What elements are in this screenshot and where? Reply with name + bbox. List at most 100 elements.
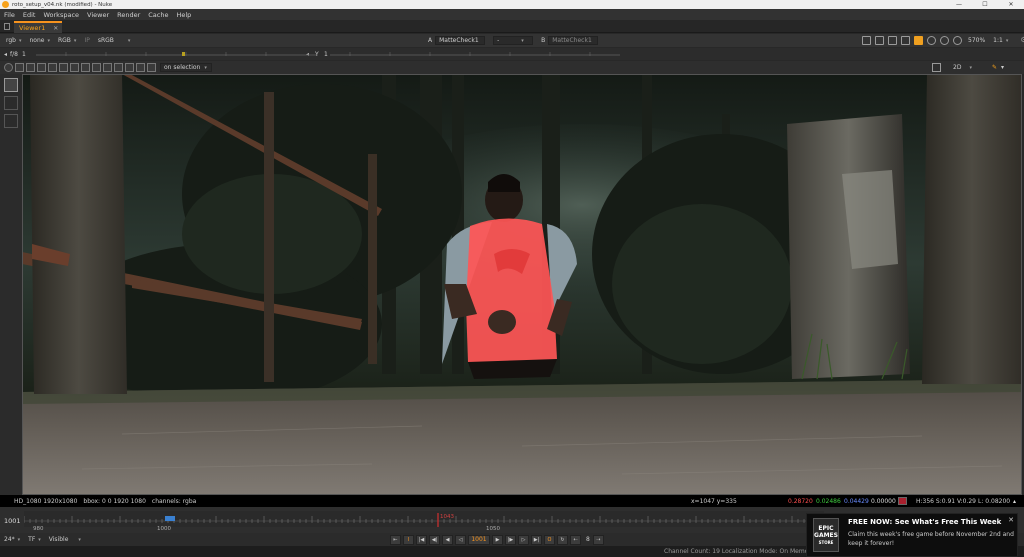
pixel-green: 0.02486 (816, 497, 841, 505)
gain-value[interactable]: 1 (22, 51, 26, 58)
menu-viewer[interactable]: Viewer (87, 11, 109, 19)
frame-input[interactable]: 1001 (468, 534, 490, 545)
brush-icon[interactable]: ✎ (992, 64, 997, 71)
autokey-icon[interactable] (15, 63, 24, 72)
lock-icon[interactable] (953, 36, 962, 45)
tab-close-icon[interactable]: ✕ (53, 25, 58, 32)
colorspace-dropdown[interactable]: sRGB ▾ (98, 37, 131, 44)
bezier-tool-icon[interactable] (4, 96, 18, 110)
hide-ui-icon[interactable] (125, 63, 134, 72)
pen-tool-icon[interactable] (4, 114, 18, 128)
nuke-app-icon (2, 1, 9, 8)
clipping-warning-icon[interactable] (875, 36, 884, 45)
timeline-ruler[interactable]: 980 1000 1043 1050 (24, 507, 824, 533)
fstop-value[interactable]: f/8 (10, 51, 18, 58)
prev-frame-icon[interactable]: ◀| (429, 534, 440, 545)
settings-gear-icon[interactable] (4, 63, 13, 72)
menu-render[interactable]: Render (117, 11, 140, 19)
roi-icon[interactable] (862, 36, 871, 45)
increment-field[interactable]: 8 (586, 536, 590, 543)
input-b-dropdown[interactable]: MatteCheck1 (548, 36, 599, 45)
menu-help[interactable]: Help (176, 11, 191, 19)
in-point-icon[interactable]: I (403, 534, 414, 545)
gamma-slider[interactable] (330, 52, 620, 56)
bbox-info: bbox: 0 0 1920 1080 (83, 497, 146, 505)
show-box-icon[interactable] (81, 63, 90, 72)
brush-options-icon[interactable]: ▾ (1001, 64, 1004, 71)
in-point-marker[interactable] (165, 516, 175, 521)
tick-label: 980 (33, 526, 44, 532)
play-backward-icon[interactable]: ◀ (442, 534, 453, 545)
skip-back-icon[interactable]: ⇠ (570, 534, 581, 545)
menu-edit[interactable]: Edit (23, 11, 36, 19)
pause-icon[interactable] (940, 36, 949, 45)
gain-slider[interactable] (36, 52, 316, 56)
visible-dropdown[interactable]: Visible ▾ (49, 536, 81, 543)
out-point-icon[interactable]: O (544, 534, 555, 545)
previous-keyframe-icon[interactable]: ⇤ (390, 534, 401, 545)
display-channels-dropdown[interactable]: RGB ▾ (58, 37, 76, 44)
input-a-label: A (428, 37, 433, 44)
roto-toolbar: on selection ▾ 2D ▾ ✎ ▾ (0, 61, 1024, 74)
viewer-options-icons: 570% 1:1 ▾ ⚙ (858, 34, 1024, 47)
feather-link-icon[interactable] (26, 63, 35, 72)
play-forward-icon[interactable]: ▶ (492, 534, 503, 545)
show-points-icon[interactable] (59, 63, 68, 72)
zoom-dropdown[interactable]: 570% (968, 37, 985, 44)
refresh-icon[interactable] (927, 36, 936, 45)
select-tool-icon[interactable] (4, 78, 18, 92)
show-feather-icon[interactable] (103, 63, 112, 72)
minimize-button[interactable]: — (946, 0, 972, 9)
fstop-toggle-icon[interactable]: ◂ (4, 51, 7, 58)
next-frame-icon[interactable]: |▶ (505, 534, 516, 545)
tf-dropdown[interactable]: TF ▾ (28, 536, 41, 543)
notification-close-icon[interactable]: ✕ (1008, 516, 1014, 524)
downres-icon[interactable] (901, 36, 910, 45)
tick-label: 1043 (440, 514, 454, 520)
color-swatch (898, 497, 907, 505)
menu-workspace[interactable]: Workspace (43, 11, 79, 19)
overlay-icon[interactable] (914, 36, 923, 45)
loop-icon[interactable]: ↻ (557, 534, 568, 545)
camera-icon[interactable] (943, 63, 949, 72)
notification-title: FREE NOW: See What's Free This Week (848, 518, 1002, 526)
close-window-button[interactable]: ✕ (998, 0, 1024, 9)
compare-dropdown[interactable]: - ▾ (493, 36, 534, 45)
info-bar-toggle-icon[interactable]: ▴ (1013, 498, 1016, 505)
epic-notification-toast[interactable]: EPIC GAMES STORE FREE NOW: See What's Free… (806, 513, 1018, 557)
layer-dropdown[interactable]: rgb ▾ (6, 37, 22, 44)
menu-cache[interactable]: Cache (148, 11, 168, 19)
proxy-icon[interactable] (888, 36, 897, 45)
roi-mode-dropdown[interactable]: on selection ▾ (160, 63, 212, 72)
ip-toggle[interactable]: IP (84, 37, 89, 44)
show-transform-icon[interactable] (114, 63, 123, 72)
show-labels-icon[interactable] (92, 63, 101, 72)
input-a-dropdown[interactable]: MatteCheck1 (435, 36, 486, 45)
pixel-red: 0.28720 (788, 497, 813, 505)
step-back-icon[interactable]: ◁ (455, 534, 466, 545)
settings-icon[interactable]: ⚙ (1020, 36, 1024, 45)
alpha-dropdown[interactable]: none ▾ (30, 37, 50, 44)
skip-forward-icon[interactable]: ⇢ (592, 534, 604, 545)
crop-icon[interactable] (932, 63, 941, 72)
ratio-dropdown[interactable]: 1:1 ▾ (993, 37, 1008, 44)
tab-viewer1[interactable]: Viewer1 ✕ (14, 21, 62, 33)
ripple-edit-icon[interactable] (37, 63, 46, 72)
chevron-down-icon: ▾ (18, 37, 22, 44)
gamma-value[interactable]: 1 (324, 51, 328, 58)
view-mode-dropdown[interactable]: 2D ▾ (953, 64, 972, 71)
viewer-canvas[interactable] (22, 74, 1022, 495)
transform-icon[interactable] (48, 63, 57, 72)
maximize-button[interactable]: ☐ (972, 0, 998, 9)
menu-file[interactable]: File (4, 11, 15, 19)
constraint-icon[interactable] (147, 63, 156, 72)
pane-menu-icon[interactable] (4, 23, 10, 30)
chevron-down-icon: ▾ (73, 37, 77, 44)
tab-label: Viewer1 (19, 24, 46, 32)
first-frame-icon[interactable]: |◀ (416, 534, 427, 545)
step-forward-icon[interactable]: ▷ (518, 534, 529, 545)
fps-dropdown[interactable]: 24* ▾ (4, 536, 20, 543)
show-curves-icon[interactable] (70, 63, 79, 72)
grid-icon[interactable] (136, 63, 145, 72)
last-frame-icon[interactable]: ▶| (531, 534, 542, 545)
